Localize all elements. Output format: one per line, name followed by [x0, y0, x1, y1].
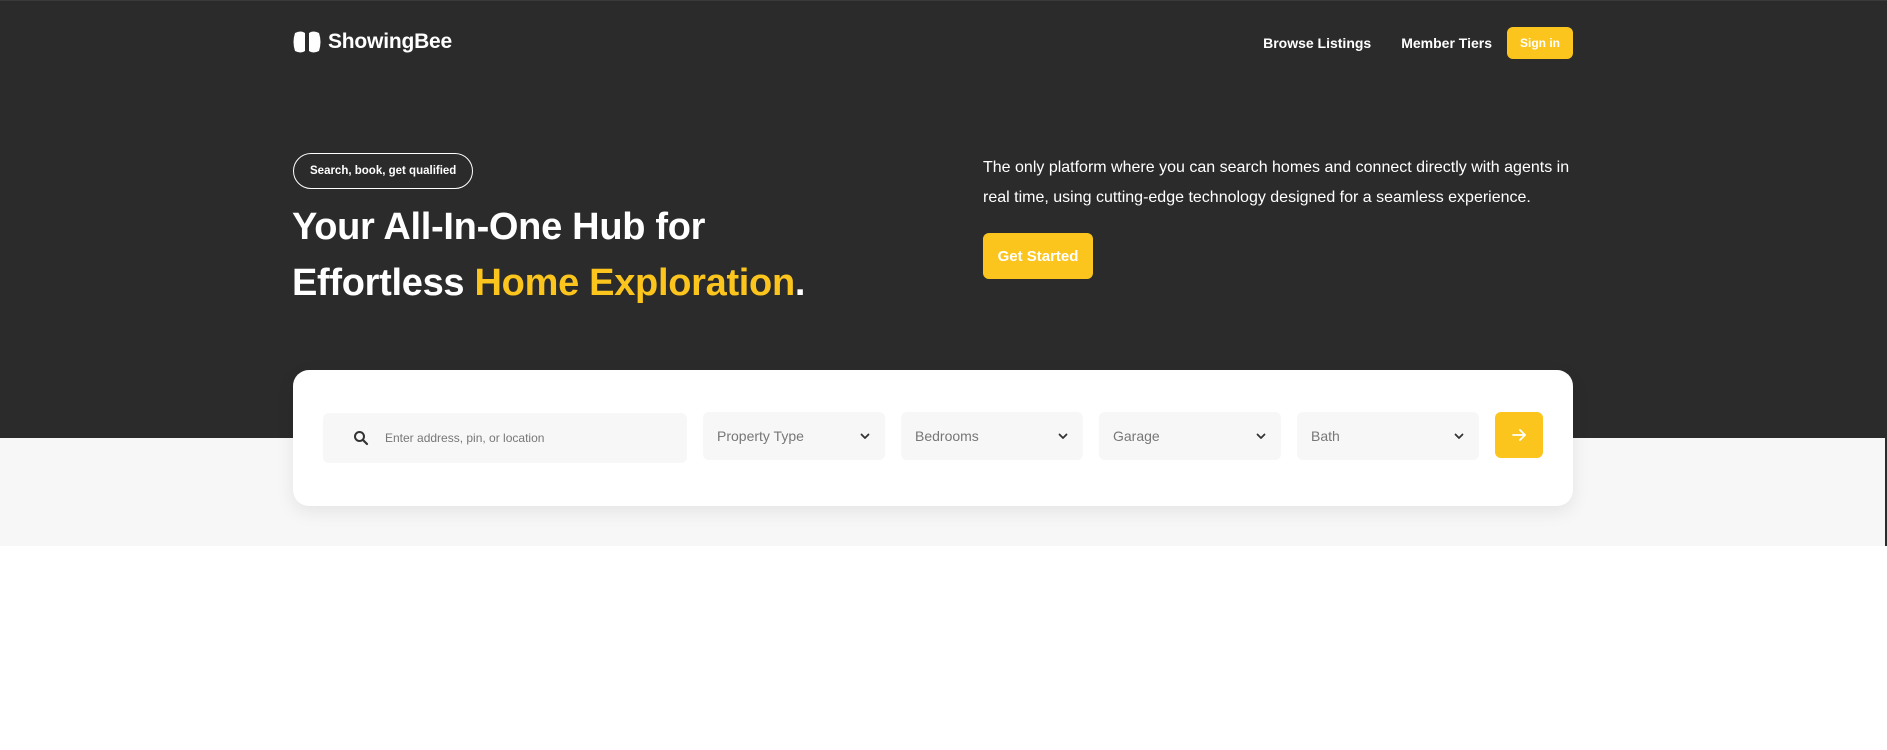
property-type-label: Property Type: [717, 428, 804, 444]
nav-browse-listings[interactable]: Browse Listings: [1263, 35, 1371, 51]
garage-select[interactable]: Garage: [1099, 412, 1281, 460]
bath-select[interactable]: Bath: [1297, 412, 1479, 460]
headline-line-1: Your All-In-One Hub for: [292, 206, 706, 248]
search-field[interactable]: [323, 413, 687, 463]
property-type-select[interactable]: Property Type: [703, 412, 885, 460]
bedrooms-label: Bedrooms: [915, 428, 979, 444]
headline-accent: Home Exploration: [474, 262, 796, 304]
search-icon: [354, 431, 369, 446]
chevron-down-icon: [860, 433, 870, 439]
logo[interactable]: ShowingBee: [292, 27, 452, 57]
chevron-down-icon: [1058, 433, 1068, 439]
chevron-down-icon: [1454, 433, 1464, 439]
tagline-pill: Search, book, get qualified: [293, 153, 474, 189]
nav-member-tiers[interactable]: Member Tiers: [1401, 35, 1492, 51]
bath-label: Bath: [1311, 428, 1340, 444]
search-submit-button[interactable]: [1495, 412, 1543, 458]
hero-headline: Your All-In-One Hub for Effortless Home …: [292, 199, 1012, 311]
garage-label: Garage: [1113, 428, 1160, 444]
search-card: Property Type Bedrooms Garage Bath: [293, 370, 1573, 506]
hero-description: The only platform where you can search h…: [983, 159, 1570, 206]
sign-in-button[interactable]: Sign in: [1507, 27, 1573, 59]
headline-line-2-prefix: Effortless: [292, 262, 475, 304]
logo-icon: [293, 31, 321, 53]
chevron-down-icon: [1256, 433, 1266, 439]
search-input[interactable]: [383, 430, 663, 446]
arrow-right-icon: [1512, 429, 1526, 441]
get-started-button[interactable]: Get Started: [983, 233, 1093, 279]
bedrooms-select[interactable]: Bedrooms: [901, 412, 1083, 460]
top-nav: Browse Listings Member Tiers Sign in: [1233, 27, 1573, 59]
headline-suffix: .: [794, 262, 806, 304]
logo-text: ShowingBee: [328, 30, 453, 53]
page: ShowingBee Browse Listings Member Tiers …: [0, 0, 1887, 750]
